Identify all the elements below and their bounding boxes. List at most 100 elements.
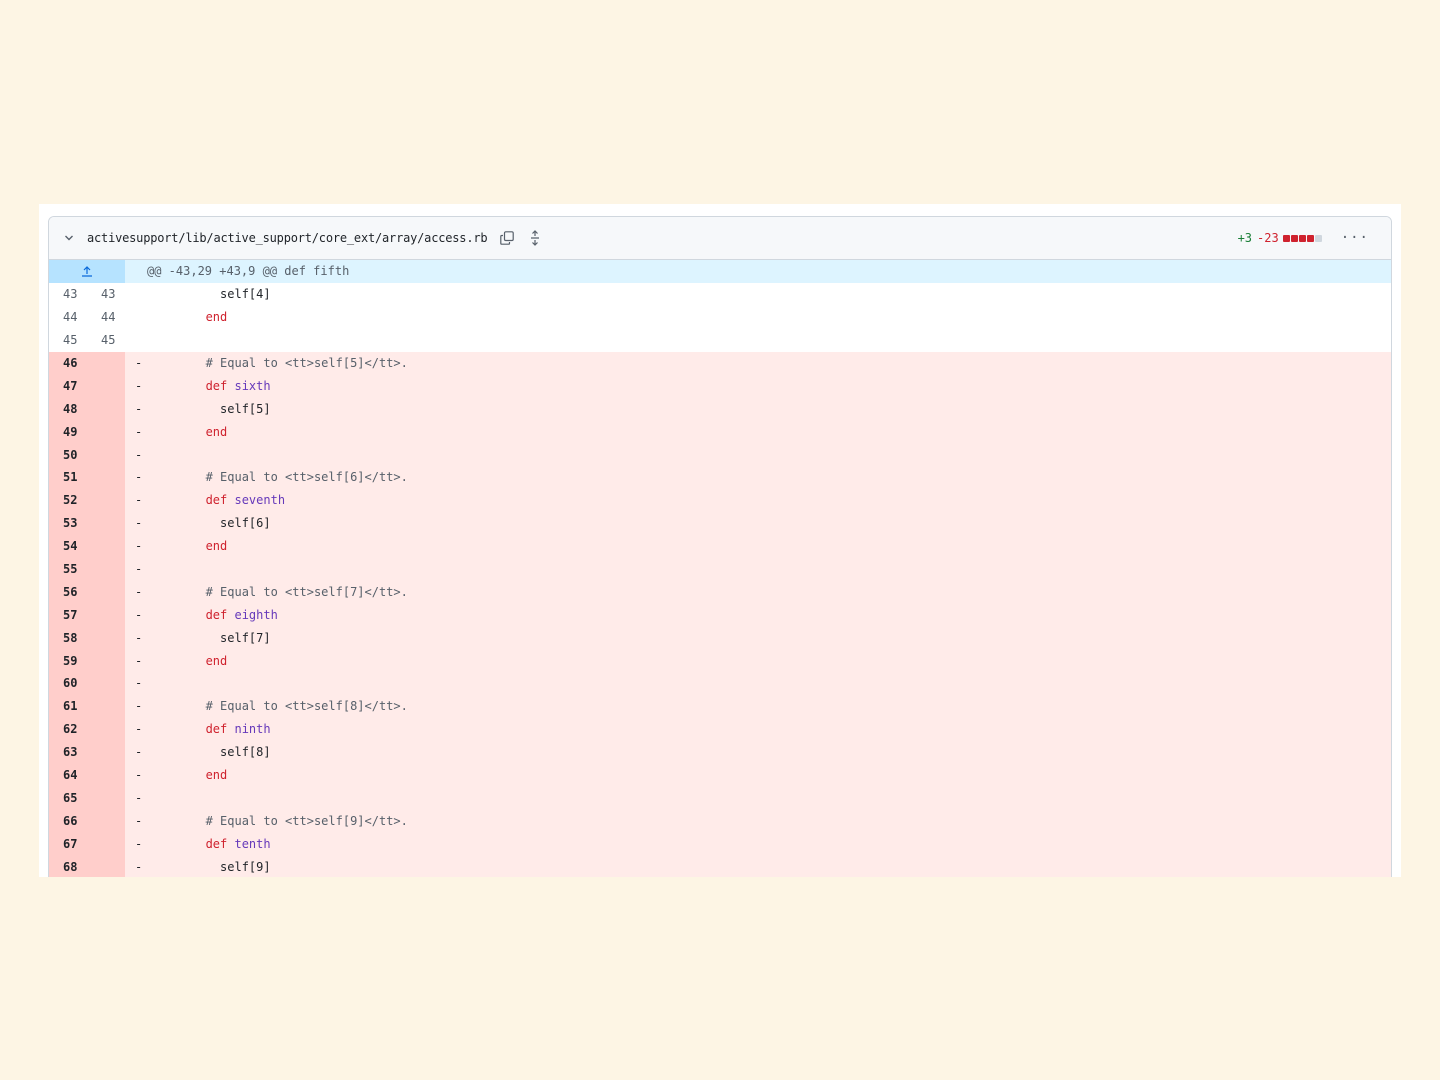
deleted-line-row: 64 - end bbox=[49, 763, 1391, 787]
code-token: self[6] bbox=[220, 516, 271, 531]
diff-sign: - bbox=[135, 447, 143, 462]
old-line-number[interactable]: 56 bbox=[49, 580, 87, 604]
old-line-number[interactable]: 43 bbox=[49, 283, 87, 306]
expand-up-icon[interactable] bbox=[49, 260, 125, 283]
new-line-number[interactable] bbox=[87, 717, 125, 741]
code-line: - bbox=[125, 558, 1391, 581]
code-token: end bbox=[205, 310, 228, 325]
new-line-number[interactable] bbox=[87, 557, 125, 581]
diff-sign: - bbox=[135, 836, 143, 851]
code-token: def bbox=[205, 378, 235, 393]
kebab-horizontal-icon[interactable]: ··· bbox=[1341, 230, 1369, 246]
deleted-line-row: 60 - bbox=[49, 672, 1391, 695]
new-line-number[interactable] bbox=[87, 740, 125, 764]
code-line: - # Equal to <tt>self[9]</tt>. bbox=[125, 809, 1391, 832]
old-line-number[interactable]: 54 bbox=[49, 534, 87, 558]
code-line: - # Equal to <tt>self[7]</tt>. bbox=[125, 580, 1391, 603]
old-line-number[interactable]: 51 bbox=[49, 466, 87, 489]
new-line-number[interactable] bbox=[87, 809, 125, 833]
diff-sign: - bbox=[135, 470, 143, 485]
unfold-icon[interactable] bbox=[527, 230, 543, 246]
old-line-number[interactable]: 60 bbox=[49, 672, 87, 695]
new-line-number[interactable] bbox=[87, 694, 125, 718]
file-path[interactable]: activesupport/lib/active_support/core_ex… bbox=[87, 231, 488, 245]
new-line-number[interactable] bbox=[87, 786, 125, 810]
new-line-number[interactable] bbox=[87, 763, 125, 787]
code-line: - self[7] bbox=[125, 626, 1391, 649]
code-token: self[5] bbox=[220, 401, 271, 416]
new-line-number[interactable] bbox=[87, 580, 125, 604]
diffstat-square bbox=[1298, 234, 1306, 242]
new-line-number[interactable] bbox=[87, 488, 125, 512]
old-line-number[interactable]: 44 bbox=[49, 306, 87, 329]
old-line-number[interactable]: 48 bbox=[49, 397, 87, 421]
code-line: - self[5] bbox=[125, 397, 1391, 420]
old-line-number[interactable]: 52 bbox=[49, 488, 87, 512]
diff-sign: - bbox=[135, 768, 143, 783]
new-line-number[interactable] bbox=[87, 534, 125, 558]
old-line-number[interactable]: 66 bbox=[49, 809, 87, 833]
context-line-row: 44 44 end bbox=[49, 305, 1391, 329]
additions-count: +3 bbox=[1237, 231, 1253, 245]
code-token: # Equal to <tt>self[6]</tt>. bbox=[205, 470, 408, 485]
new-line-number[interactable] bbox=[87, 832, 125, 856]
deleted-line-row: 63 - self[8] bbox=[49, 740, 1391, 764]
diff-sign: - bbox=[135, 607, 143, 622]
new-line-number[interactable] bbox=[87, 511, 125, 535]
old-line-number[interactable]: 46 bbox=[49, 351, 87, 375]
code-line: - self[6] bbox=[125, 512, 1391, 535]
old-line-number[interactable]: 67 bbox=[49, 832, 87, 856]
old-line-number[interactable]: 49 bbox=[49, 420, 87, 444]
old-line-number[interactable]: 65 bbox=[49, 786, 87, 810]
old-line-number[interactable]: 59 bbox=[49, 649, 87, 673]
new-line-number[interactable] bbox=[87, 626, 125, 650]
old-line-number[interactable]: 68 bbox=[49, 855, 87, 877]
new-line-number[interactable] bbox=[87, 672, 125, 695]
new-line-number[interactable] bbox=[87, 374, 125, 398]
new-line-number[interactable] bbox=[87, 351, 125, 375]
old-line-number[interactable]: 57 bbox=[49, 603, 87, 627]
new-line-number[interactable] bbox=[87, 649, 125, 673]
new-line-number[interactable] bbox=[87, 603, 125, 627]
old-line-number[interactable]: 45 bbox=[49, 329, 87, 352]
diffstat-square bbox=[1282, 234, 1290, 242]
code-line: - # Equal to <tt>self[5]</tt>. bbox=[125, 352, 1391, 375]
code-token: def bbox=[205, 836, 235, 851]
new-line-number[interactable] bbox=[87, 466, 125, 489]
deleted-line-row: 46 - # Equal to <tt>self[5]</tt>. bbox=[49, 351, 1391, 375]
old-line-number[interactable]: 61 bbox=[49, 694, 87, 718]
diff-sign: - bbox=[135, 699, 143, 714]
old-line-number[interactable]: 62 bbox=[49, 717, 87, 741]
diff-sign: - bbox=[135, 356, 143, 370]
new-line-number[interactable] bbox=[87, 443, 125, 467]
new-line-number[interactable] bbox=[87, 420, 125, 444]
old-line-number[interactable]: 63 bbox=[49, 740, 87, 764]
old-line-number[interactable]: 50 bbox=[49, 443, 87, 467]
new-line-number[interactable]: 43 bbox=[87, 283, 125, 306]
new-line-number[interactable]: 45 bbox=[87, 329, 125, 352]
old-line-number[interactable]: 47 bbox=[49, 374, 87, 398]
code-token: tenth bbox=[234, 836, 271, 851]
chevron-down-icon[interactable] bbox=[63, 232, 75, 244]
new-line-number[interactable] bbox=[87, 397, 125, 421]
old-line-number[interactable]: 58 bbox=[49, 626, 87, 650]
new-line-number[interactable] bbox=[87, 855, 125, 877]
old-line-number[interactable]: 55 bbox=[49, 557, 87, 581]
diff-sign: - bbox=[135, 790, 143, 805]
file-header: activesupport/lib/active_support/core_ex… bbox=[49, 217, 1391, 260]
deleted-line-row: 49 - end bbox=[49, 420, 1391, 444]
new-line-number[interactable]: 44 bbox=[87, 306, 125, 329]
code-token: self[9] bbox=[220, 859, 271, 874]
copy-icon[interactable] bbox=[499, 230, 515, 246]
diff-table: @@ -43,29 +43,9 @@ def fifth 43 43 self[4… bbox=[49, 260, 1391, 877]
diff-sign bbox=[135, 333, 155, 347]
old-line-number[interactable]: 64 bbox=[49, 763, 87, 787]
old-line-number[interactable]: 53 bbox=[49, 511, 87, 535]
